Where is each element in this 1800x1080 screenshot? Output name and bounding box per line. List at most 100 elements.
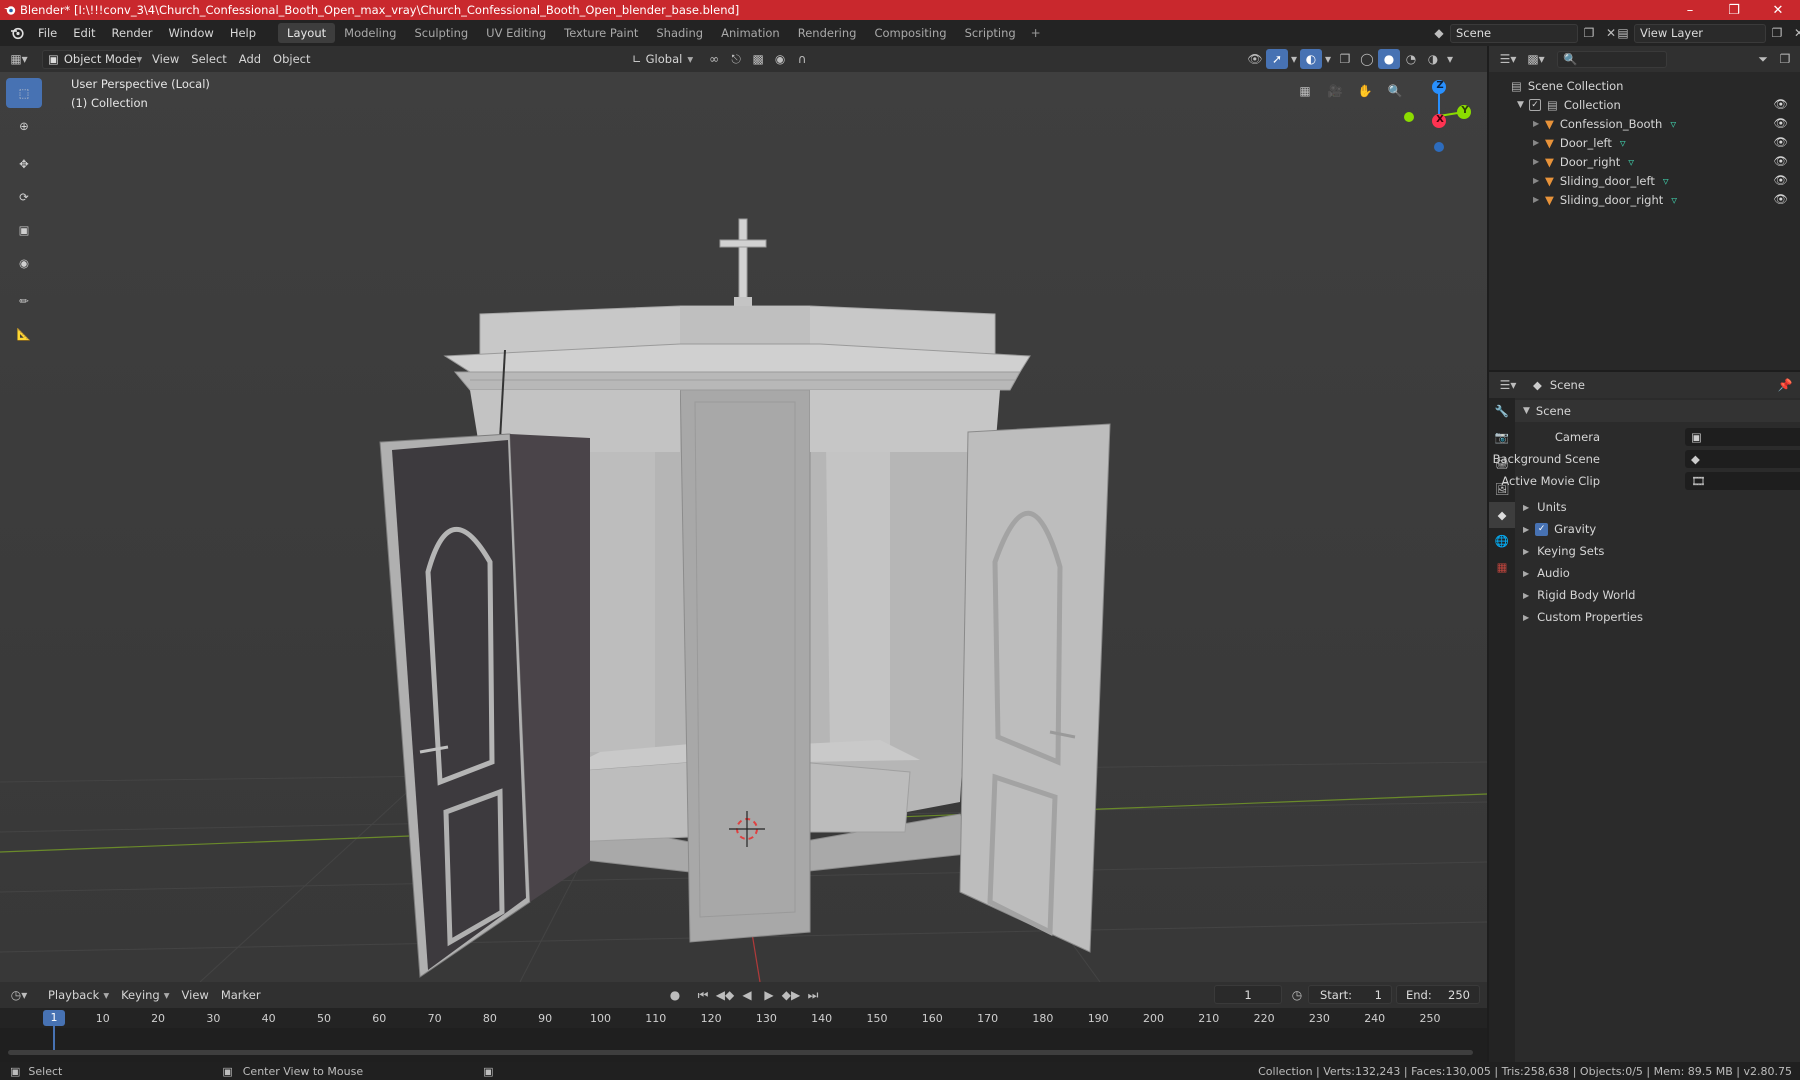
- menu-add[interactable]: Add: [233, 49, 267, 69]
- view-layer-selector[interactable]: View Layer: [1634, 23, 1766, 43]
- close-icon[interactable]: ✕: [1756, 0, 1800, 20]
- transform-tool[interactable]: ◉: [6, 248, 42, 278]
- menu-render[interactable]: Render: [104, 23, 161, 43]
- camera-field[interactable]: ▣ ✐: [1685, 428, 1800, 446]
- jump-start-icon[interactable]: ⏮: [692, 985, 714, 1005]
- 3d-viewport[interactable]: User Perspective (Local) (1) Collection …: [0, 72, 1487, 982]
- rigid-body-world-panel-header[interactable]: ▶ Rigid Body World: [1515, 584, 1800, 606]
- outliner-item-sliding-door-left[interactable]: ▶ ▼ Sliding_door_left ▿ 👁: [1489, 171, 1800, 190]
- maximize-icon[interactable]: ❐: [1712, 0, 1756, 20]
- shading-dropdown-icon[interactable]: ▾: [1444, 49, 1456, 69]
- record-keyframe-icon[interactable]: ●: [664, 985, 686, 1005]
- expand-arrow-icon[interactable]: ▶: [1533, 195, 1545, 204]
- delete-view-layer-icon[interactable]: ✕: [1788, 23, 1800, 43]
- expand-arrow-icon[interactable]: ▶: [1533, 176, 1545, 185]
- rotate-tool[interactable]: ⟳: [6, 182, 42, 212]
- current-frame-field[interactable]: 1: [1214, 985, 1282, 1004]
- gravity-panel-header[interactable]: ▶ ✓ Gravity: [1515, 518, 1800, 540]
- tab-uv-editing[interactable]: UV Editing: [477, 23, 555, 43]
- tab-texture-paint[interactable]: Texture Paint: [555, 23, 647, 43]
- outliner-item-confession-booth[interactable]: ▶ ▼ Confession_Booth ▿ 👁: [1489, 114, 1800, 133]
- toggle-ortho-icon[interactable]: ▦: [1293, 80, 1317, 102]
- display-mode-icon[interactable]: ▩▾: [1525, 49, 1547, 69]
- end-frame-field[interactable]: End: 250: [1396, 985, 1480, 1004]
- eye-icon[interactable]: 👁: [1773, 135, 1788, 149]
- new-view-layer-icon[interactable]: ❐: [1766, 23, 1788, 43]
- proportional-editing-icon[interactable]: ◉: [769, 49, 791, 69]
- tab-compositing[interactable]: Compositing: [865, 23, 955, 43]
- menu-object[interactable]: Object: [267, 49, 316, 69]
- tab-sculpting[interactable]: Sculpting: [405, 23, 477, 43]
- audio-panel-header[interactable]: ▶ Audio: [1515, 562, 1800, 584]
- xray-toggle-icon[interactable]: ❐: [1334, 49, 1356, 69]
- jump-end-icon[interactable]: ⏭: [802, 985, 824, 1005]
- add-workspace-icon[interactable]: +: [1025, 23, 1047, 43]
- solid-shading-icon[interactable]: ●: [1378, 49, 1400, 69]
- visibility-icon[interactable]: 👁: [1244, 49, 1266, 69]
- tab-rendering[interactable]: Rendering: [789, 23, 866, 43]
- outliner-item-door-left[interactable]: ▶ ▼ Door_left ▿ 👁: [1489, 133, 1800, 152]
- tab-modeling[interactable]: Modeling: [335, 23, 405, 43]
- tab-layout[interactable]: Layout: [278, 23, 336, 43]
- play-icon[interactable]: ▶: [758, 985, 780, 1005]
- outliner-scene-collection[interactable]: ▤ Scene Collection: [1489, 76, 1800, 95]
- collection-checkbox[interactable]: ✓: [1529, 98, 1541, 111]
- menu-playback[interactable]: Playback ▾: [42, 985, 115, 1005]
- overlays-toggle-icon[interactable]: ◐: [1300, 49, 1322, 69]
- menu-marker[interactable]: Marker: [215, 985, 267, 1005]
- wireframe-shading-icon[interactable]: ◯: [1356, 49, 1378, 69]
- menu-edit[interactable]: Edit: [65, 23, 103, 43]
- overlays-dropdown-icon[interactable]: ▾: [1322, 49, 1334, 69]
- menu-timeline-view[interactable]: View: [176, 985, 215, 1005]
- active-movie-clip-field[interactable]: 🎞: [1685, 472, 1800, 490]
- proportional-falloff-icon[interactable]: ∩: [791, 49, 813, 69]
- expand-arrow-icon[interactable]: ▶: [1533, 119, 1545, 128]
- playhead[interactable]: 1: [43, 1010, 65, 1026]
- menu-file[interactable]: File: [30, 23, 65, 43]
- world-tab-icon[interactable]: 🌐: [1489, 528, 1515, 554]
- scene-browse-icon[interactable]: ◆: [1428, 23, 1450, 43]
- tab-scripting[interactable]: Scripting: [956, 23, 1025, 43]
- outliner-item-sliding-door-right[interactable]: ▶ ▼ Sliding_door_right ▿ 👁: [1489, 190, 1800, 209]
- custom-properties-panel-header[interactable]: ▶ Custom Properties: [1515, 606, 1800, 628]
- timeline-scrollbar[interactable]: [8, 1050, 1473, 1055]
- measure-tool[interactable]: 📐: [6, 319, 42, 349]
- outliner-collection[interactable]: ▼ ✓ ▤ Collection 👁: [1489, 95, 1800, 114]
- editor-type-icon[interactable]: ▦▾: [8, 49, 30, 69]
- snap-target-icon[interactable]: ▩: [747, 49, 769, 69]
- object-mode-dropdown[interactable]: ▣ Object Mode ▾: [42, 49, 142, 69]
- blender-menu-icon[interactable]: [4, 23, 30, 43]
- new-collection-icon[interactable]: ❐: [1774, 49, 1796, 69]
- outliner-item-door-right[interactable]: ▶ ▼ Door_right ▿ 👁: [1489, 152, 1800, 171]
- pan-view-icon[interactable]: ✋: [1353, 80, 1377, 102]
- units-panel-header[interactable]: ▶ Units: [1515, 496, 1800, 518]
- rendered-shading-icon[interactable]: ◑: [1422, 49, 1444, 69]
- eye-icon[interactable]: 👁: [1773, 97, 1788, 111]
- annotate-tool[interactable]: ✏: [6, 286, 42, 316]
- gizmo-dropdown-icon[interactable]: ▾: [1288, 49, 1300, 69]
- select-box-tool[interactable]: ⬚: [6, 78, 42, 108]
- jump-prev-keyframe-icon[interactable]: ◀◆: [714, 985, 736, 1005]
- tab-animation[interactable]: Animation: [712, 23, 789, 43]
- outliner-search-input[interactable]: 🔍: [1557, 50, 1667, 68]
- scene-selector[interactable]: Scene: [1450, 23, 1578, 43]
- gravity-checkbox[interactable]: ✓: [1535, 522, 1549, 536]
- pin-icon[interactable]: 📌: [1774, 375, 1796, 395]
- expand-arrow-icon[interactable]: ▶: [1533, 157, 1545, 166]
- filter-icon[interactable]: ⏷: [1752, 49, 1774, 69]
- menu-keying[interactable]: Keying ▾: [115, 985, 175, 1005]
- move-tool[interactable]: ✥: [6, 149, 42, 179]
- tool-tab-icon[interactable]: 🔧: [1489, 398, 1515, 424]
- eye-icon[interactable]: 👁: [1773, 192, 1788, 206]
- jump-next-keyframe-icon[interactable]: ◆▶: [780, 985, 802, 1005]
- play-reverse-icon[interactable]: ◀: [736, 985, 758, 1005]
- material-preview-icon[interactable]: ◔: [1400, 49, 1422, 69]
- camera-view-icon[interactable]: 🎥: [1323, 80, 1347, 102]
- background-scene-field[interactable]: ◆: [1685, 450, 1800, 468]
- texture-tab-icon[interactable]: ▦: [1489, 554, 1515, 580]
- view-layer-icon[interactable]: ▤: [1612, 23, 1634, 43]
- keying-sets-panel-header[interactable]: ▶ Keying Sets: [1515, 540, 1800, 562]
- minimize-icon[interactable]: –: [1668, 0, 1712, 20]
- menu-select[interactable]: Select: [185, 49, 232, 69]
- menu-view[interactable]: View: [146, 49, 185, 69]
